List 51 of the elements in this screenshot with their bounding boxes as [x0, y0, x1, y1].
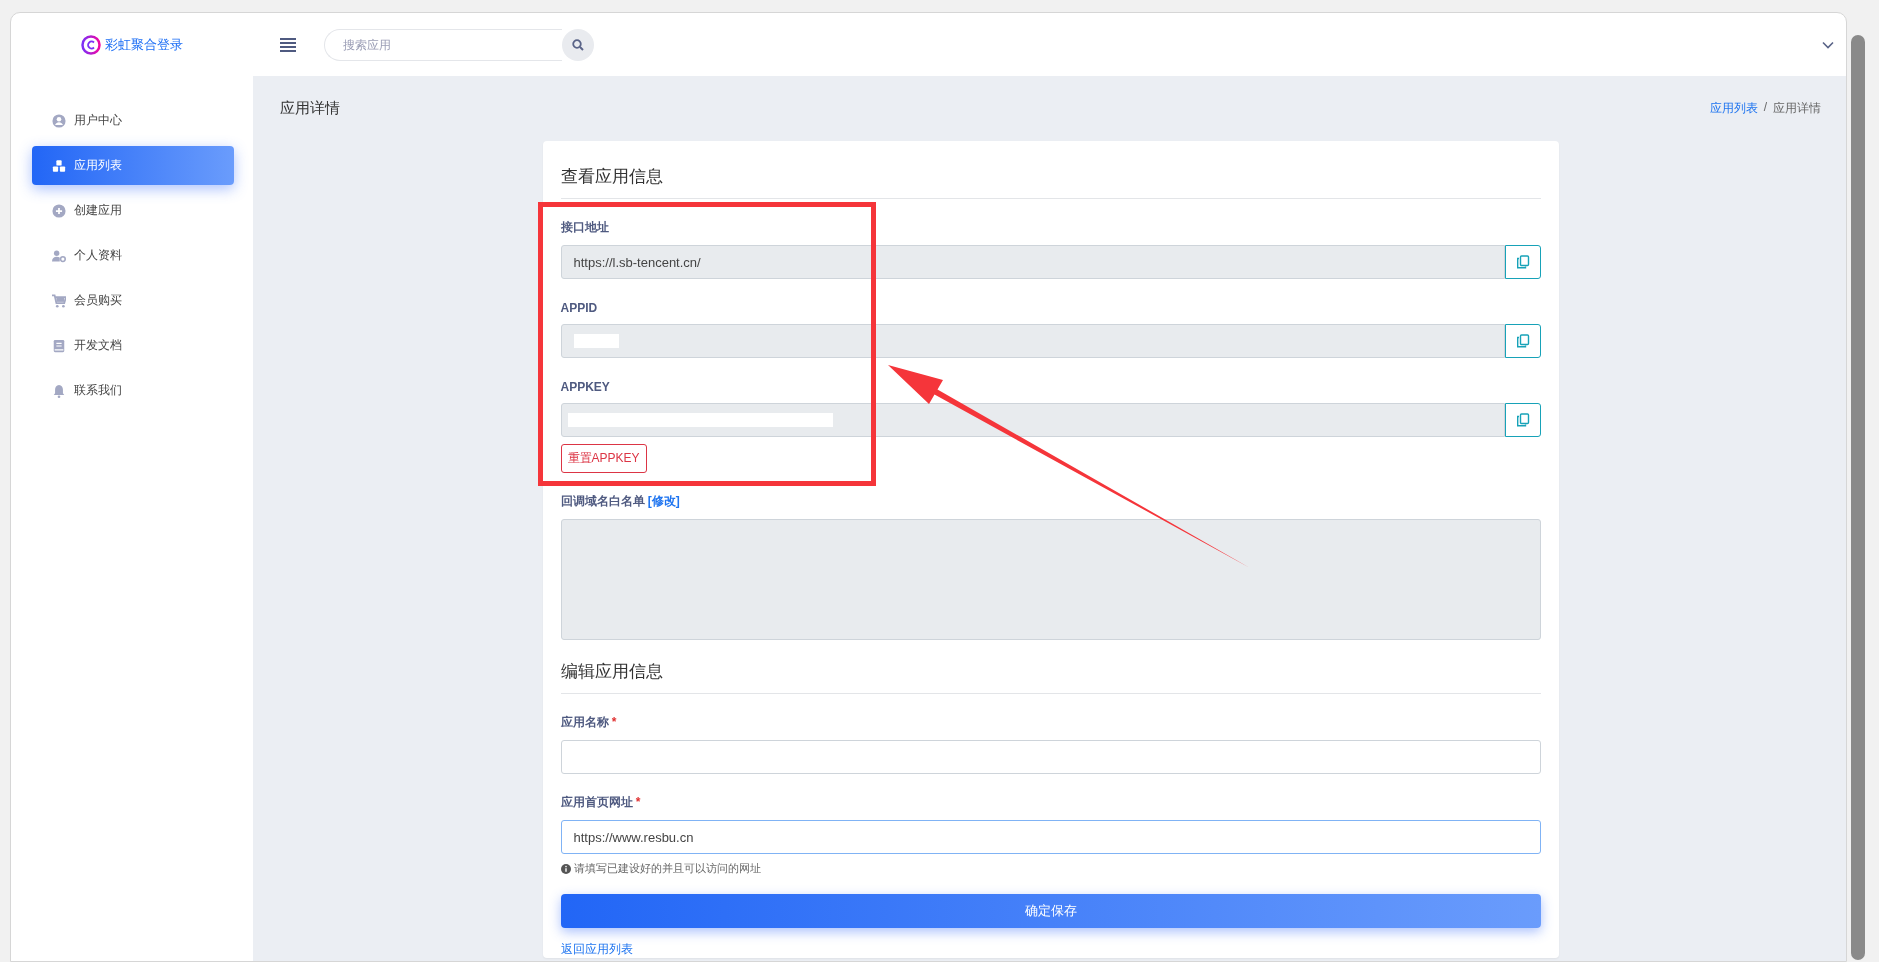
copy-button[interactable]: [1504, 245, 1541, 279]
section-heading: 编辑应用信息: [560, 654, 1541, 694]
section-heading: 查看应用信息: [560, 159, 1541, 199]
cubes-icon: [52, 158, 66, 173]
field-label: APPID: [560, 301, 599, 315]
copy-icon: [1515, 413, 1530, 427]
back-link[interactable]: 返回应用列表: [560, 942, 633, 956]
scrollbar[interactable]: [1851, 35, 1865, 960]
plus-circle-icon: [52, 203, 66, 218]
chevron-down-icon[interactable]: [1822, 40, 1834, 49]
breadcrumb-current: 应用详情: [1773, 99, 1821, 117]
user-circle-icon: [52, 113, 66, 128]
sidebar-item[interactable]: 开发文档: [32, 326, 234, 365]
copy-button[interactable]: [1504, 403, 1541, 437]
search-field[interactable]: 搜索应用: [324, 28, 562, 61]
brand-name: 彩虹聚合登录: [105, 35, 183, 54]
copy-icon: [1515, 334, 1530, 348]
field-label: 接口地址: [560, 219, 610, 236]
edit-link[interactable]: [修改]: [647, 494, 680, 508]
breadcrumb-separator: /: [1763, 99, 1767, 116]
sidebar-item[interactable]: 创建应用: [32, 191, 234, 230]
logo-icon: [81, 34, 101, 55]
field-label: 回调域名白名单 [修改]: [560, 493, 681, 510]
sidebar-item[interactable]: 个人资料: [32, 236, 234, 275]
cart-icon: [52, 293, 66, 308]
field-label: 应用名称 *: [560, 714, 618, 731]
field-label: 应用首页网址 *: [560, 794, 642, 811]
menu-icon[interactable]: [279, 36, 297, 53]
input-field[interactable]: https://www.resbu.cn: [560, 820, 1541, 854]
sidebar-item[interactable]: 用户中心: [32, 101, 234, 140]
search-icon: [572, 38, 584, 51]
sidebar-item[interactable]: 应用列表: [32, 146, 234, 185]
bell-icon: [52, 383, 66, 398]
user-gear-icon: [52, 248, 66, 263]
readonly-field[interactable]: [560, 324, 1505, 358]
readonly-field[interactable]: [560, 403, 1505, 437]
input-field[interactable]: [560, 740, 1541, 774]
info-icon: [560, 863, 571, 874]
help-text: 请填写已建设好的并且可以访问的网址: [573, 861, 761, 876]
copy-button[interactable]: [1504, 324, 1541, 358]
sidebar-item[interactable]: 会员购买: [32, 281, 234, 320]
readonly-field[interactable]: https://l.sb-tencent.cn/: [560, 245, 1505, 279]
search-button[interactable]: [562, 28, 594, 61]
save-button[interactable]: 确定保存: [560, 894, 1541, 928]
book-icon: [52, 338, 66, 353]
breadcrumb-link[interactable]: 应用列表: [1709, 99, 1758, 117]
field-label: APPKEY: [560, 380, 611, 394]
reset-button[interactable]: 重置APPKEY: [560, 444, 647, 473]
sidebar-item[interactable]: 联系我们: [32, 371, 234, 410]
copy-icon: [1515, 255, 1530, 269]
page-title: 应用详情: [280, 98, 340, 118]
